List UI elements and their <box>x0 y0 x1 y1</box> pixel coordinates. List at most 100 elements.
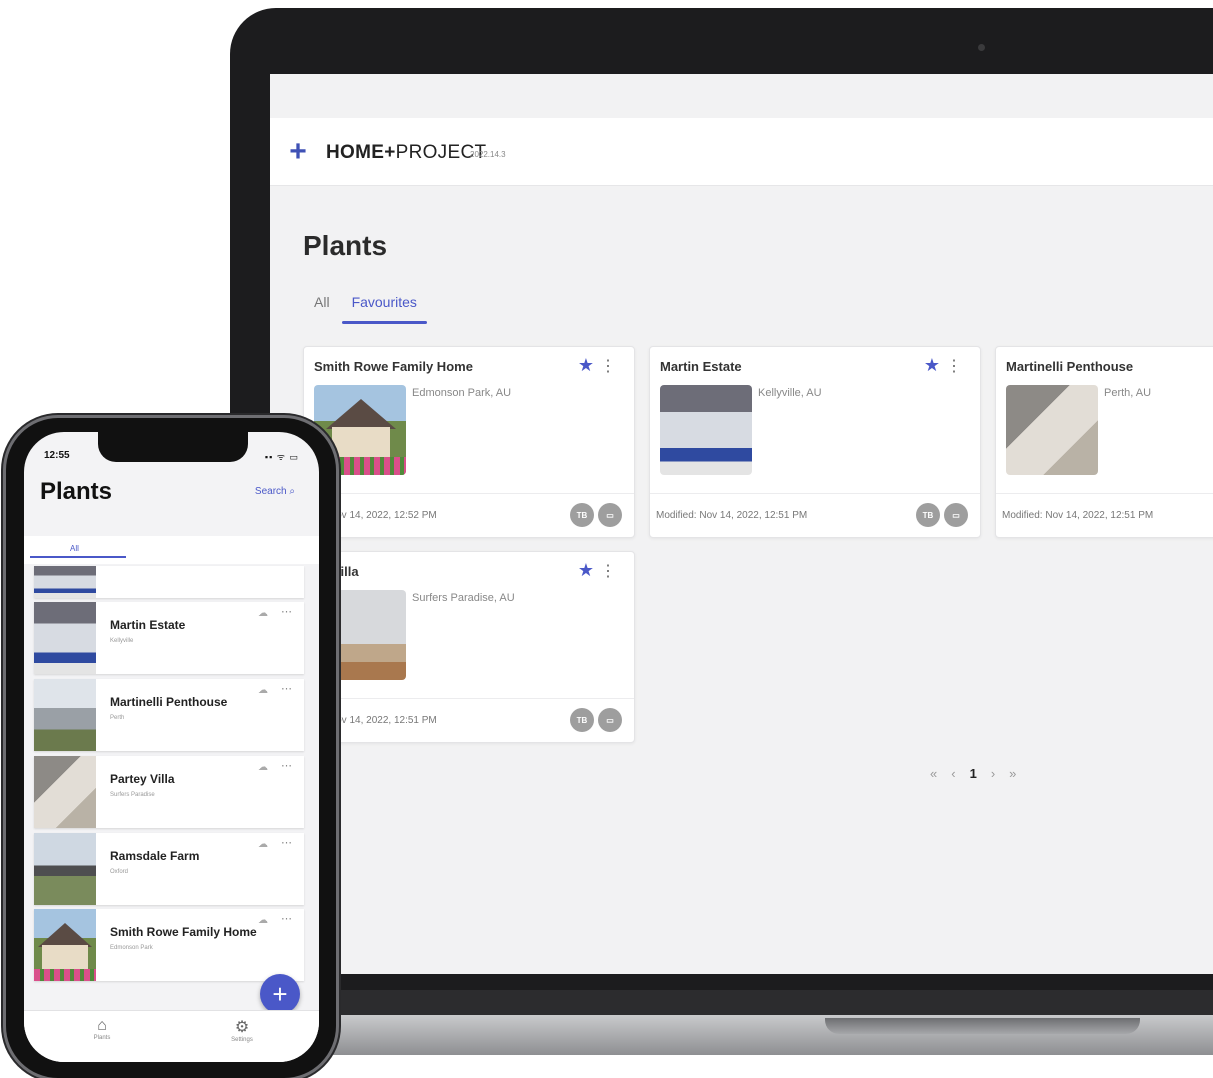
list-item[interactable]: Smith Rowe Family Home Edmonson Park ☁ ⋯ <box>34 909 304 981</box>
list-item-name: Martin Estate <box>110 618 186 632</box>
phone-notch <box>98 432 248 462</box>
page-title: Plants <box>303 230 388 261</box>
status-time: 12:55 <box>44 450 70 461</box>
card-divider <box>304 698 634 699</box>
pagination: « ‹ 1 › » <box>930 766 1016 781</box>
more-icon[interactable]: ⋯ <box>281 682 292 695</box>
list-item[interactable] <box>34 566 304 598</box>
list-item[interactable]: Martin Estate Kellyville ☁ ⋯ <box>34 602 304 674</box>
list-item-name: Ramsdale Farm <box>110 849 200 863</box>
kebab-menu-icon[interactable]: ⋮ <box>600 356 616 376</box>
next-page-button[interactable]: › <box>991 766 995 781</box>
nav-settings-label: Settings <box>231 1037 253 1043</box>
prev-page-button[interactable]: ‹ <box>951 766 955 781</box>
card-modified: Modified: Nov 14, 2022, 12:51 PM <box>656 510 808 521</box>
kebab-menu-icon[interactable]: ⋮ <box>600 561 616 581</box>
brand-bold: HOME+ <box>326 142 396 163</box>
phone-search[interactable]: Search ⌕ <box>255 486 295 497</box>
status-icons: ▪▪ ᯤ ▭ <box>264 452 299 462</box>
list-thumbnail <box>34 909 96 981</box>
tab-all[interactable]: All <box>314 294 330 310</box>
list-thumbnail <box>34 756 96 828</box>
card-location: Surfers Paradise, AU <box>412 592 515 604</box>
laptop-notch <box>825 1018 1140 1034</box>
list-item-name: Martinelli Penthouse <box>110 695 228 709</box>
list-item-name: Partey Villa <box>110 772 175 786</box>
list-thumbnail <box>34 602 96 674</box>
list-item-name: Smith Rowe Family Home <box>110 925 257 939</box>
plant-card[interactable]: Martin Estate ★ ⋮ Kellyville, AU Modifie… <box>649 346 981 538</box>
list-item[interactable]: Martinelli Penthouse Perth ☁ ⋯ <box>34 679 304 751</box>
card-title: Martinelli Penthouse <box>1006 359 1134 374</box>
phone-tab-indicator <box>30 556 126 558</box>
card-thumbnail <box>660 385 752 475</box>
more-icon[interactable]: ⋯ <box>281 759 292 772</box>
list-item[interactable]: Ramsdale Farm Oxford ☁ ⋯ <box>34 833 304 905</box>
gear-icon: ⚙ <box>234 1019 250 1036</box>
current-page[interactable]: 1 <box>970 766 977 781</box>
cloud-icon[interactable]: ☁ <box>258 608 268 619</box>
cloud-icon[interactable]: ☁ <box>258 915 268 926</box>
card-location: Perth, AU <box>1104 387 1152 399</box>
plant-card[interactable]: ey Villa ★ ⋮ Surfers Paradise, AU ied: N… <box>303 551 635 743</box>
phone-screen: 12:55 ▪▪ ᯤ ▭ Plants Search ⌕ All Martin … <box>24 432 319 1062</box>
cloud-icon[interactable]: ☁ <box>258 762 268 773</box>
more-icon[interactable]: ⋯ <box>281 836 292 849</box>
app-version: 2022.14.3 <box>470 150 506 159</box>
last-page-button[interactable]: » <box>1009 766 1016 781</box>
list-item-location: Perth <box>110 715 125 721</box>
cloud-icon[interactable]: ☁ <box>258 685 268 696</box>
phone-bottom-nav: ⌂ Plants ⚙ Settings <box>24 1010 319 1062</box>
list-item-location: Oxford <box>110 869 129 875</box>
more-icon[interactable]: ⋯ <box>281 912 292 925</box>
list-item[interactable]: Partey Villa Surfers Paradise ☁ ⋯ <box>34 756 304 828</box>
nav-plants-label: Plants <box>93 1035 111 1041</box>
phone-tab-all[interactable]: All <box>70 544 79 553</box>
home-icon: ⌂ <box>97 1017 107 1034</box>
user-badge[interactable]: TB <box>570 708 594 732</box>
phone-page-title: Plants <box>40 478 113 505</box>
card-location: Edmonson Park, AU <box>412 387 512 399</box>
first-page-button[interactable]: « <box>930 766 937 781</box>
tab-favourites[interactable]: Favourites <box>341 294 428 324</box>
card-divider <box>996 493 1213 494</box>
card-thumbnail <box>1006 385 1098 475</box>
device-icon[interactable]: ▭ <box>598 708 622 732</box>
user-badge[interactable]: TB <box>570 503 594 527</box>
list-item-location: Edmonson Park <box>110 945 153 951</box>
list-thumbnail <box>34 833 96 905</box>
laptop-camera <box>978 44 985 51</box>
nav-settings[interactable]: ⚙ Settings <box>212 1017 272 1043</box>
card-badges: TB ▭ <box>570 708 622 732</box>
list-item-location: Surfers Paradise <box>110 792 155 798</box>
logo-plus-icon[interactable]: + <box>280 132 316 172</box>
plant-card[interactable]: Martinelli Penthouse Perth, AU Modified:… <box>995 346 1213 538</box>
more-icon[interactable]: ⋯ <box>281 605 292 618</box>
search-label: Search <box>254 486 287 497</box>
card-badges: TB ▭ <box>570 503 622 527</box>
add-plant-button[interactable]: + <box>260 974 300 1014</box>
star-icon[interactable]: ★ <box>578 355 594 376</box>
kebab-menu-icon[interactable]: ⋮ <box>946 356 962 376</box>
brand-name: HOME+PROJECT <box>326 142 486 164</box>
plant-card[interactable]: Smith Rowe Family Home ★ ⋮ Edmonson Park… <box>303 346 635 538</box>
tab-row: All Favourites <box>314 294 428 324</box>
search-icon: ⌕ <box>289 486 295 497</box>
card-location: Kellyville, AU <box>758 387 822 399</box>
card-title: Smith Rowe Family Home <box>314 359 473 374</box>
card-title: Martin Estate <box>660 359 742 374</box>
device-icon[interactable]: ▭ <box>944 503 968 527</box>
nav-plants[interactable]: ⌂ Plants <box>72 1017 132 1041</box>
user-badge[interactable]: TB <box>916 503 940 527</box>
card-divider <box>650 493 980 494</box>
phone-tab-bar: All <box>24 536 319 564</box>
list-thumbnail <box>34 566 96 598</box>
star-icon[interactable]: ★ <box>924 355 940 376</box>
card-divider <box>304 493 634 494</box>
card-modified: Modified: Nov 14, 2022, 12:51 PM <box>1002 510 1154 521</box>
cloud-icon[interactable]: ☁ <box>258 839 268 850</box>
card-badges: TB ▭ <box>916 503 968 527</box>
laptop-screen: + HOME+PROJECT 2022.14.3 Plants All Favo… <box>270 74 1213 974</box>
device-icon[interactable]: ▭ <box>598 503 622 527</box>
star-icon[interactable]: ★ <box>578 560 594 581</box>
